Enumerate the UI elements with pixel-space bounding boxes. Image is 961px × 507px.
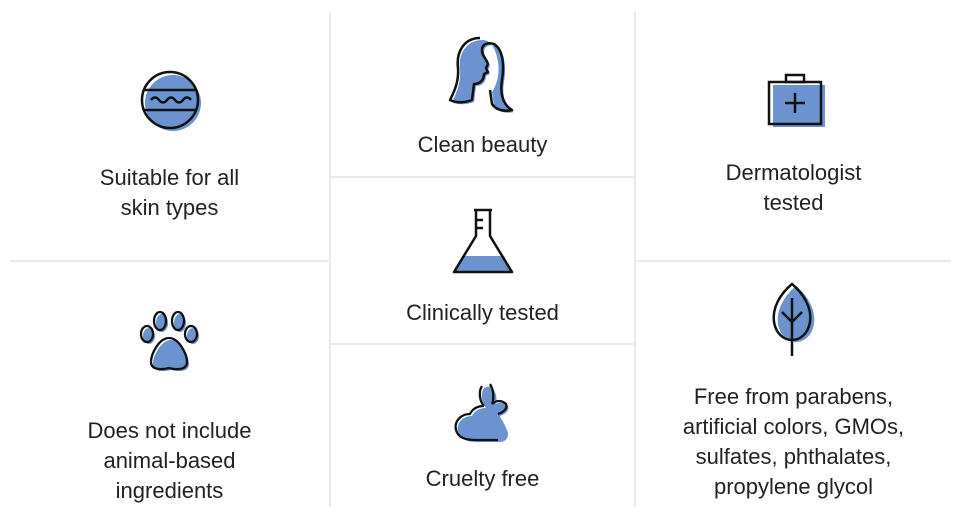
paw-print-icon xyxy=(135,310,205,376)
feature-no-animal-ingredients: Does not include animal-based ingredient… xyxy=(10,310,329,506)
feature-clinically-tested: Clinically tested xyxy=(331,206,634,328)
feature-label-line: Does not include xyxy=(87,418,252,443)
feature-label-line: ingredients xyxy=(115,478,224,503)
divider-horizontal-center-bottom xyxy=(331,343,634,345)
feature-label-line: skin types xyxy=(120,195,219,220)
feature-cruelty-free: Cruelty free xyxy=(331,382,634,494)
feature-label-line: Cruelty free xyxy=(425,466,540,491)
feature-free-from-list: Free from parabens, artificial colors, G… xyxy=(636,282,951,502)
feature-label-line: Clinically tested xyxy=(406,300,559,325)
leaf-icon xyxy=(764,282,824,358)
feature-label-line: Free from parabens, xyxy=(693,384,894,409)
lab-flask-icon xyxy=(448,206,518,276)
divider-horizontal-left xyxy=(10,260,329,262)
feature-label-line: Dermatologist xyxy=(725,160,862,185)
feature-label-line: animal-based xyxy=(103,448,236,473)
feature-label-line: artificial colors, GMOs, xyxy=(682,414,905,439)
divider-horizontal-center-top xyxy=(331,176,634,178)
feature-skin-types: Suitable for all skin types xyxy=(10,65,329,223)
feature-label-line: Suitable for all xyxy=(99,165,240,190)
feature-label-line: propylene glycol xyxy=(714,474,873,499)
water-waves-icon xyxy=(135,65,205,135)
feature-label-line: Clean beauty xyxy=(417,132,548,157)
feature-label-line: tested xyxy=(763,190,824,215)
feature-label-line: sulfates, phthalates, xyxy=(695,444,892,469)
divider-horizontal-right xyxy=(636,260,951,262)
rabbit-icon xyxy=(448,382,518,448)
woman-silhouette-icon xyxy=(448,36,518,116)
feature-dermatologist-tested: Dermatologist tested xyxy=(636,72,951,218)
feature-clean-beauty: Clean beauty xyxy=(331,36,634,160)
medical-kit-icon xyxy=(759,72,829,132)
